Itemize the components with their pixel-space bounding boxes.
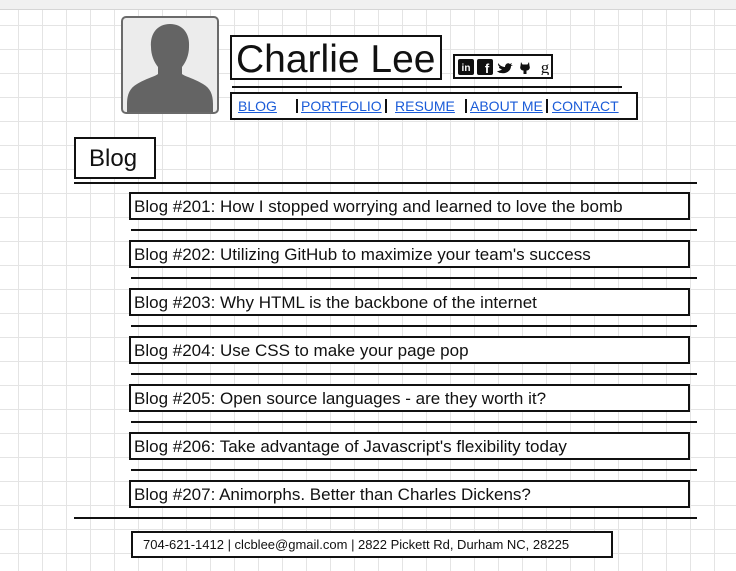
- section-title-box: Blog: [74, 137, 156, 179]
- facebook-icon[interactable]: f: [477, 59, 493, 75]
- blog-post-title: Blog #202: Utilizing GitHub to maximize …: [134, 245, 591, 264]
- nav-separator: [465, 99, 467, 113]
- name-box: Charlie Lee: [230, 35, 442, 80]
- blog-post-title: Blog #207: Animorphs. Better than Charle…: [134, 485, 531, 504]
- blog-post-title: Blog #205: Open source languages - are t…: [134, 389, 547, 408]
- blog-post-item[interactable]: Blog #205: Open source languages - are t…: [129, 384, 690, 412]
- google-plus-icon[interactable]: g: [537, 59, 553, 75]
- blog-post-title: Blog #201: How I stopped worrying and le…: [134, 197, 623, 216]
- nav-item-portfolio[interactable]: PORTFOLIO: [301, 98, 382, 114]
- site-name: Charlie Lee: [236, 38, 436, 81]
- svg-text:f: f: [485, 61, 490, 75]
- social-links: in f g: [453, 54, 553, 79]
- blog-post-title: Blog #204: Use CSS to make your page pop: [134, 341, 469, 360]
- avatar: [121, 16, 219, 114]
- browser-top-strip: [0, 0, 736, 10]
- post-divider: [131, 469, 697, 471]
- blog-post-item[interactable]: Blog #206: Take advantage of Javascript'…: [129, 432, 690, 460]
- blog-post-item[interactable]: Blog #201: How I stopped worrying and le…: [129, 192, 690, 220]
- header-divider: [232, 86, 622, 88]
- main-nav: BLOG PORTFOLIO RESUME ABOUT ME CONTACT: [230, 92, 638, 120]
- footer-contact-info: 704-621-1412 | clcblee@gmail.com | 2822 …: [143, 537, 570, 552]
- person-silhouette-icon: [127, 24, 213, 112]
- post-divider: [131, 325, 697, 327]
- svg-text:g: g: [541, 59, 550, 75]
- footer: 704-621-1412 | clcblee@gmail.com | 2822 …: [131, 531, 613, 558]
- section-title: Blog: [89, 145, 138, 172]
- post-divider: [131, 229, 697, 231]
- linkedin-icon[interactable]: in: [458, 59, 474, 75]
- twitter-icon[interactable]: [497, 59, 513, 75]
- blog-post-item[interactable]: Blog #203: Why HTML is the backbone of t…: [129, 288, 690, 316]
- post-divider: [131, 277, 697, 279]
- blog-post-item[interactable]: Blog #207: Animorphs. Better than Charle…: [129, 480, 690, 508]
- blog-post-item[interactable]: Blog #204: Use CSS to make your page pop: [129, 336, 690, 364]
- nav-item-resume[interactable]: RESUME: [395, 98, 455, 114]
- footer-divider: [74, 517, 697, 519]
- post-divider: [131, 421, 697, 423]
- github-icon[interactable]: [517, 59, 533, 75]
- svg-text:in: in: [462, 63, 471, 74]
- nav-separator: [385, 99, 387, 113]
- section-divider: [74, 182, 697, 184]
- blog-post-item[interactable]: Blog #202: Utilizing GitHub to maximize …: [129, 240, 690, 268]
- nav-item-blog[interactable]: BLOG: [238, 98, 277, 114]
- blog-post-title: Blog #203: Why HTML is the backbone of t…: [134, 293, 537, 312]
- post-divider: [131, 373, 697, 375]
- blog-post-title: Blog #206: Take advantage of Javascript'…: [134, 437, 567, 456]
- nav-item-about-me[interactable]: ABOUT ME: [470, 98, 543, 114]
- nav-separator: [296, 99, 298, 113]
- nav-separator: [546, 99, 548, 113]
- nav-item-contact[interactable]: CONTACT: [552, 98, 619, 114]
